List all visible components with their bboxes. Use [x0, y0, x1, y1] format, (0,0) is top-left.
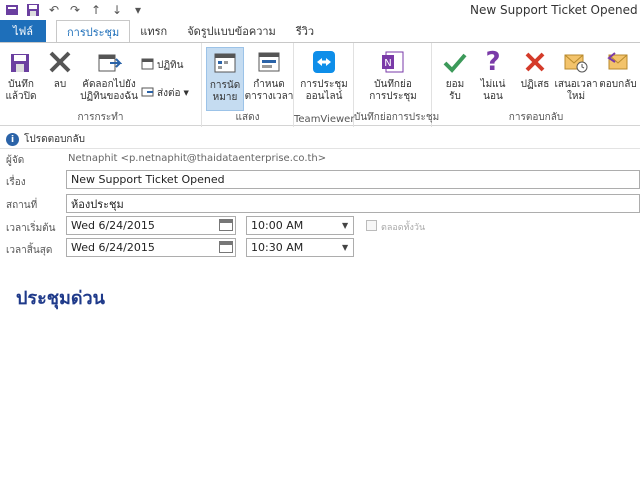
- subject-field[interactable]: New Support Ticket Opened: [66, 170, 640, 189]
- appointment-view-button[interactable]: การนัด หมาย: [206, 47, 244, 111]
- check-icon: [440, 47, 470, 77]
- all-day-checkbox[interactable]: [366, 220, 377, 231]
- from-label: ผู้จัด: [6, 155, 25, 166]
- svg-text:N: N: [384, 58, 391, 69]
- calendar-button[interactable]: ปฏิทิน: [141, 57, 184, 73]
- info-icon: i: [6, 133, 19, 146]
- start-date-calendar-icon[interactable]: [219, 219, 233, 231]
- chevron-down-icon: ▼: [183, 89, 189, 97]
- ribbon: บันทึก แล้วปิด ลบ คัดลอกไปยัง ปฏิทินของฉ…: [0, 42, 640, 127]
- end-date-field[interactable]: Wed 6/24/2015: [66, 238, 236, 257]
- location-label: สถานที่: [6, 200, 38, 211]
- save-icon[interactable]: [25, 2, 41, 18]
- schedule-view-button[interactable]: กำหนด ตารางเวลา: [245, 47, 293, 103]
- chevron-down-icon[interactable]: ▼: [342, 221, 348, 230]
- decline-button[interactable]: ปฏิเสธ: [516, 47, 554, 91]
- tab-review[interactable]: รีวิว: [286, 20, 324, 42]
- group-label: แสดง: [235, 112, 260, 123]
- tab-file[interactable]: ไฟล์: [0, 20, 46, 42]
- group-label: การกระทำ: [77, 112, 124, 123]
- forward-icon: [141, 85, 154, 101]
- window-title: New Support Ticket Opened: [470, 3, 638, 17]
- accept-button[interactable]: ยอม รับ: [438, 47, 472, 103]
- decline-icon: [520, 47, 550, 77]
- save-close-icon: [6, 47, 36, 77]
- question-icon: ?: [485, 47, 501, 77]
- start-time-label: เวลาเริ่มต้น: [6, 223, 56, 234]
- tab-insert[interactable]: แทรก: [130, 20, 177, 42]
- info-text: โปรดตอบกลับ: [24, 134, 85, 145]
- all-day-label: ตลอดทั้งวัน: [381, 223, 426, 233]
- quick-access-toolbar: ↶ ↷ ↑ ↓ ▾: [4, 2, 146, 18]
- customize-icon[interactable]: ▾: [130, 2, 146, 18]
- respond-icon: [603, 47, 633, 77]
- subject-label: เรื่อง: [6, 177, 26, 188]
- group-meeting-notes: N บันทึกย่อ การประชุม บันทึกย่อการประชุม: [354, 43, 440, 127]
- group-label: TeamViewer: [294, 114, 355, 125]
- group-show: การนัด หมาย กำหนด ตารางเวลา แสดง: [202, 43, 294, 127]
- onenote-icon: N: [378, 47, 408, 77]
- title-bar: ↶ ↷ ↑ ↓ ▾ New Support Ticket Opened: [0, 0, 640, 20]
- save-close-button[interactable]: บันทึก แล้วปิด: [4, 47, 38, 103]
- delete-button[interactable]: ลบ: [46, 47, 74, 91]
- copy-calendar-icon: [94, 47, 124, 77]
- undo-icon[interactable]: ↶: [46, 2, 62, 18]
- group-teamviewer: การประชุม ออนไลน์ TeamViewer: [294, 43, 354, 127]
- end-time-field[interactable]: 10:30 AM: [246, 238, 354, 257]
- appointment-icon: [210, 48, 240, 78]
- redo-icon[interactable]: ↷: [67, 2, 83, 18]
- tab-format-text[interactable]: จัดรูปแบบข้อความ: [177, 20, 286, 42]
- end-date-calendar-icon[interactable]: [219, 241, 233, 253]
- propose-time-button[interactable]: เสนอเวลา ใหม่: [554, 47, 598, 103]
- propose-time-icon: [561, 47, 591, 77]
- location-field[interactable]: ห้องประชุม: [66, 194, 640, 213]
- down-icon[interactable]: ↓: [109, 2, 125, 18]
- copy-to-calendar-button[interactable]: คัดลอกไปยัง ปฏิทินของฉัน: [80, 47, 138, 103]
- ribbon-tabs: ไฟล์ การประชุม แทรก จัดรูปแบบข้อความ รีว…: [0, 20, 640, 43]
- calendar-icon: [141, 57, 154, 73]
- from-value: Netnaphit <p.netnaphit@thaidataenterpris…: [68, 153, 327, 164]
- respond-button[interactable]: ตอบกลับ: [598, 47, 638, 91]
- online-meeting-button[interactable]: การประชุม ออนไลน์: [298, 47, 350, 103]
- chevron-down-icon[interactable]: ▼: [342, 243, 348, 252]
- start-date-field[interactable]: Wed 6/24/2015: [66, 216, 236, 235]
- info-bar: i โปรดตอบกลับ: [0, 131, 640, 149]
- up-icon[interactable]: ↑: [88, 2, 104, 18]
- message-body[interactable]: ประชุมด่วน: [16, 283, 105, 312]
- group-label: การตอบกลับ: [508, 112, 564, 123]
- tab-meeting[interactable]: การประชุม: [56, 20, 131, 43]
- teamviewer-icon: [309, 47, 339, 77]
- schedule-icon: [254, 47, 284, 77]
- forward-button[interactable]: ส่งต่อ ▼: [141, 85, 189, 101]
- start-time-field[interactable]: 10:00 AM: [246, 216, 354, 235]
- app-icon[interactable]: [4, 2, 20, 18]
- end-time-label: เวลาสิ้นสุด: [6, 245, 53, 256]
- group-label: บันทึกย่อการประชุม: [354, 112, 440, 123]
- tentative-button[interactable]: ? ไม่แน่ นอน: [476, 47, 510, 103]
- group-respond: ยอม รับ ? ไม่แน่ นอน ปฏิเสธ เสนอเวลา ใหม…: [432, 43, 640, 127]
- group-actions: บันทึก แล้วปิด ลบ คัดลอกไปยัง ปฏิทินของฉ…: [0, 43, 202, 127]
- delete-icon: [45, 47, 75, 77]
- meeting-notes-button[interactable]: N บันทึกย่อ การประชุม: [366, 47, 420, 103]
